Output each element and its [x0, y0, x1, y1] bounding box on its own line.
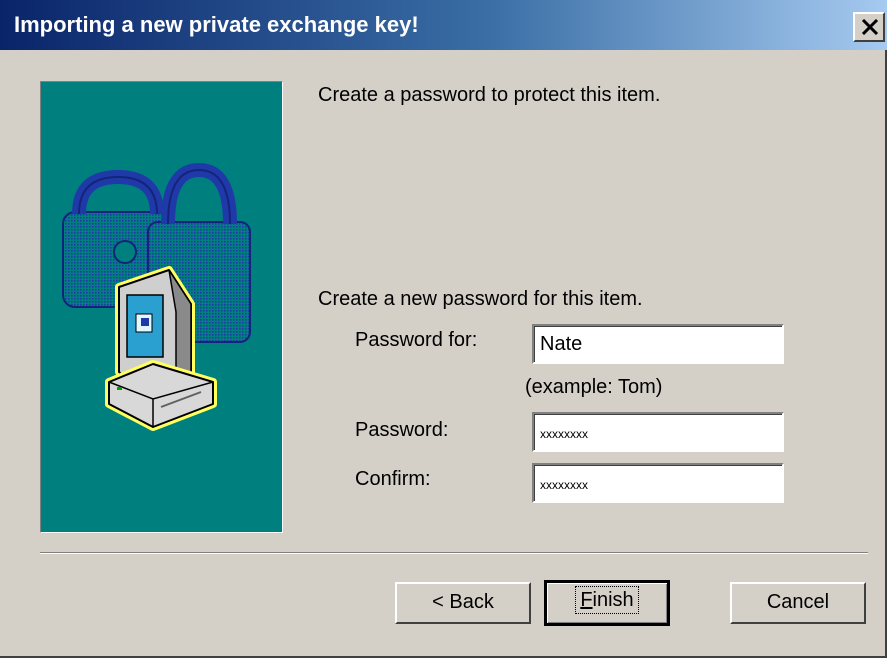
password-input[interactable] — [532, 412, 784, 452]
finish-focus-rect: Finish — [575, 586, 639, 614]
confirm-input[interactable] — [532, 463, 784, 503]
title-bar[interactable]: Importing a new private exchange key! — [0, 0, 887, 50]
password-for-label: Password for: — [355, 329, 478, 351]
password-label: Password: — [355, 419, 449, 441]
intro-text: Create a password to protect this item. — [318, 84, 661, 106]
close-button[interactable] — [853, 12, 885, 42]
password-dialog: Importing a new private exchange key! Cr… — [0, 0, 887, 658]
back-button[interactable]: < Back — [395, 582, 531, 624]
wizard-illustration-panel — [40, 81, 283, 533]
finish-label: inish — [592, 589, 634, 611]
password-for-input[interactable] — [532, 324, 784, 364]
close-icon — [861, 19, 879, 35]
cancel-button[interactable]: Cancel — [730, 582, 866, 624]
separator — [40, 552, 868, 554]
confirm-label: Confirm: — [355, 468, 431, 490]
computer-lock-illustration — [62, 162, 251, 431]
window-title: Importing a new private exchange key! — [14, 12, 419, 37]
finish-mnemonic: F — [580, 589, 593, 611]
finish-button[interactable]: Finish — [544, 580, 670, 626]
password-for-example: (example: Tom) — [525, 376, 663, 398]
section-heading: Create a new password for this item. — [318, 288, 643, 310]
